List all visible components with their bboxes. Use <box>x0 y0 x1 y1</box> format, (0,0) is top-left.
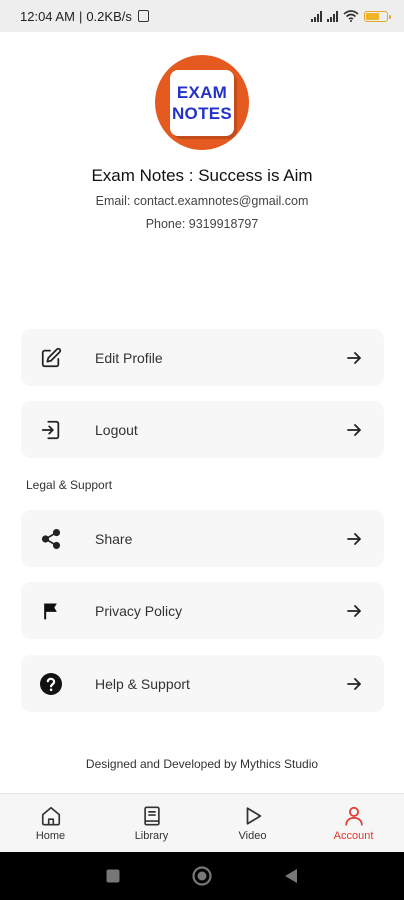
nav-item-video[interactable]: Video <box>202 794 303 852</box>
recents-icon <box>106 869 120 883</box>
nav-label-home: Home <box>35 829 66 842</box>
legal-support-heading: Legal & Support <box>26 478 113 492</box>
home-system-button[interactable] <box>191 865 213 887</box>
notification-icon <box>137 10 149 22</box>
app-logo-card: EXAM NOTES <box>170 69 234 136</box>
share-label: Share <box>95 530 133 547</box>
back-icon <box>285 869 297 883</box>
wifi-icon <box>343 10 359 22</box>
arrow-right-icon <box>346 676 362 692</box>
arrow-right-icon <box>346 531 362 547</box>
library-icon <box>143 805 160 826</box>
play-icon <box>246 806 261 825</box>
logo-text-line2: NOTES <box>171 103 233 123</box>
logout-label: Logout <box>95 421 138 438</box>
bottom-nav: Home Library Video Account <box>0 793 404 852</box>
profile-phone: Phone: 9319918797 <box>145 217 259 231</box>
edit-icon <box>39 346 63 370</box>
help-support-button[interactable]: Help & Support <box>21 655 384 712</box>
nav-label-video: Video <box>238 829 267 842</box>
share-button[interactable]: Share <box>21 510 384 567</box>
signal-icon-2 <box>327 10 338 22</box>
nav-item-home[interactable]: Home <box>0 794 101 852</box>
status-left: 12:04 AM | 0.2KB/s <box>20 9 149 24</box>
footer-credit: Designed and Developed by Mythics Studio <box>85 757 319 771</box>
status-speed: 0.2KB/s <box>86 8 132 24</box>
status-right <box>311 10 391 22</box>
signal-icon-1 <box>311 10 322 22</box>
user-icon <box>344 806 363 826</box>
nav-item-library[interactable]: Library <box>101 794 202 852</box>
home-circle-icon <box>192 866 212 886</box>
logo-text-line1: EXAM <box>176 82 228 102</box>
profile-name: Exam Notes : Success is Aim <box>91 166 313 185</box>
arrow-right-icon <box>346 603 362 619</box>
status-separator: | <box>78 8 83 24</box>
help-support-label: Help & Support <box>95 675 190 692</box>
home-icon <box>41 806 60 826</box>
arrow-right-icon <box>346 350 362 366</box>
edit-profile-button[interactable]: Edit Profile <box>21 329 384 386</box>
nav-item-account[interactable]: Account <box>303 794 404 852</box>
logout-button[interactable]: Logout <box>21 401 384 458</box>
arrow-right-icon <box>346 422 362 438</box>
battery-icon <box>364 10 391 22</box>
nav-label-library: Library <box>134 829 169 842</box>
system-nav-bar <box>0 852 404 900</box>
battery-fill <box>366 12 380 20</box>
logout-icon <box>39 418 63 442</box>
help-icon <box>39 672 63 696</box>
nav-label-account: Account <box>333 829 374 842</box>
edit-profile-label: Edit Profile <box>95 349 163 366</box>
back-button[interactable] <box>283 867 299 885</box>
privacy-policy-button[interactable]: Privacy Policy <box>21 582 384 639</box>
profile-email: Email: contact.examnotes@gmail.com <box>95 194 309 208</box>
app-logo: EXAM NOTES <box>155 55 249 150</box>
flag-icon <box>39 599 63 623</box>
recents-button[interactable] <box>105 868 121 884</box>
status-bar: 12:04 AM | 0.2KB/s <box>0 0 404 32</box>
share-icon <box>39 527 63 551</box>
privacy-policy-label: Privacy Policy <box>95 602 183 619</box>
status-time: 12:04 AM <box>20 8 75 24</box>
